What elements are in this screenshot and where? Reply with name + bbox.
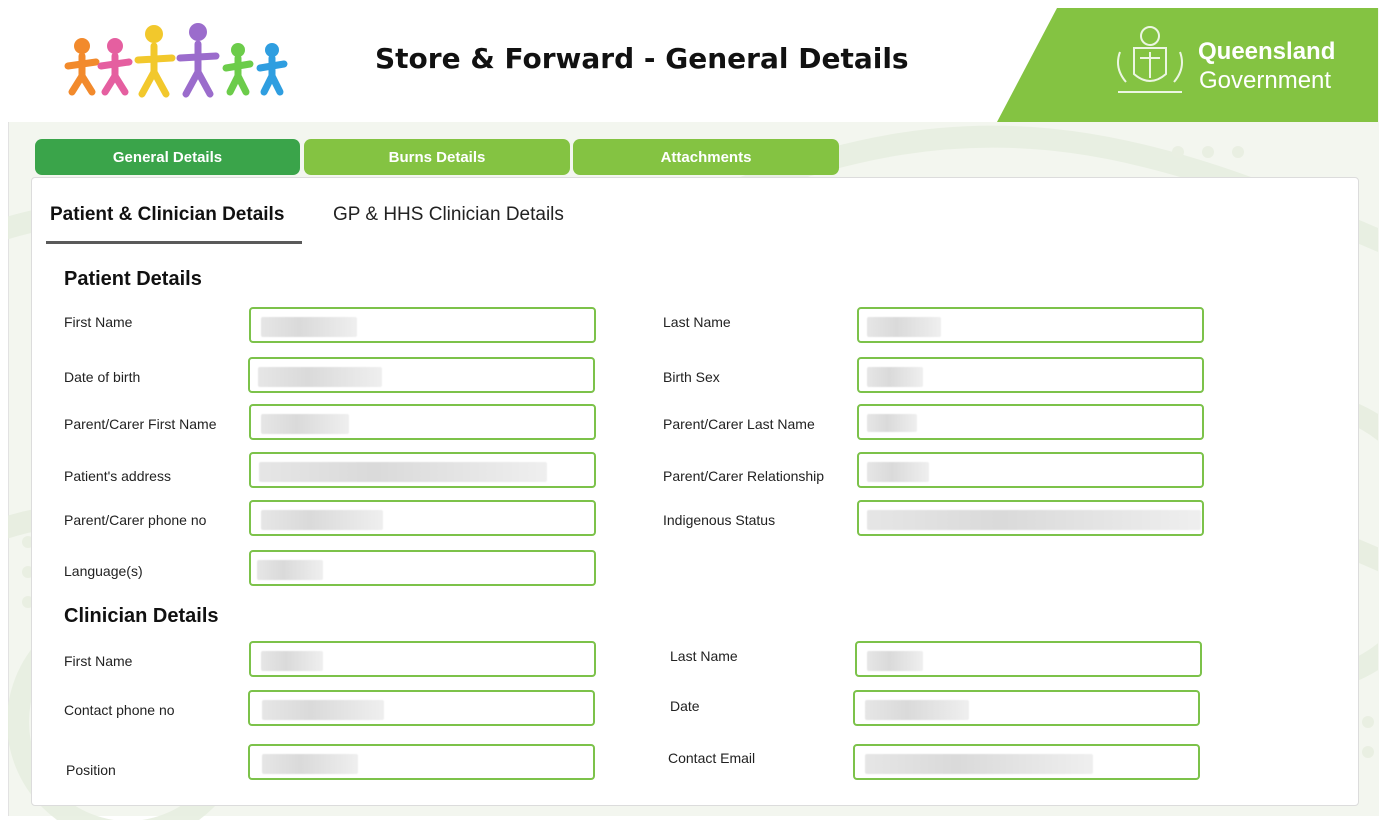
children-logo — [64, 23, 288, 98]
redacted-value — [867, 317, 941, 337]
subtab-patient-clinician-details[interactable]: Patient & Clinician Details — [50, 204, 284, 226]
clinician-details-heading: Clinician Details — [64, 605, 219, 627]
clinician-position-field[interactable] — [248, 744, 595, 780]
carer-phone-label: Parent/Carer phone no — [64, 512, 207, 528]
tab-burns-details[interactable]: Burns Details — [304, 139, 570, 175]
carer-first-name-field[interactable] — [249, 404, 596, 440]
clinician-email-label: Contact Email — [668, 750, 756, 766]
redacted-value — [867, 651, 923, 671]
page-title: Store & Forward - General Details — [375, 42, 909, 75]
clinician-phone-field[interactable] — [248, 690, 595, 726]
carer-first-name-label: Parent/Carer First Name — [64, 416, 217, 432]
date-of-birth-field[interactable] — [248, 357, 595, 393]
languages-field[interactable] — [249, 550, 596, 586]
subtab-gp-hhs-clinician-details[interactable]: GP & HHS Clinician Details — [333, 204, 564, 226]
redacted-value — [867, 367, 923, 387]
brand-name-line2: Government — [1199, 67, 1332, 94]
patient-first-name-label: First Name — [64, 314, 133, 330]
redacted-value — [865, 754, 1093, 774]
indigenous-status-field[interactable] — [857, 500, 1204, 536]
carer-last-name-label: Parent/Carer Last Name — [663, 416, 815, 432]
tab-general-details[interactable]: General Details — [35, 139, 300, 175]
coat-of-arms-icon — [1117, 26, 1183, 93]
redacted-value — [257, 560, 323, 580]
birth-sex-field[interactable] — [857, 357, 1204, 393]
date-of-birth-label: Date of birth — [64, 369, 141, 385]
clinician-first-name-label: First Name — [64, 653, 133, 669]
redacted-value — [261, 651, 323, 671]
carer-phone-field[interactable] — [249, 500, 596, 536]
clinician-email-field[interactable] — [853, 744, 1200, 780]
patient-first-name-field[interactable] — [249, 307, 596, 343]
clinician-last-name-field[interactable] — [855, 641, 1202, 677]
clinician-position-label: Position — [66, 762, 116, 778]
patient-address-field[interactable] — [249, 452, 596, 488]
redacted-value — [262, 754, 358, 774]
active-subtab-indicator — [46, 241, 302, 244]
redacted-value — [261, 510, 383, 530]
patient-details-heading: Patient Details — [64, 268, 202, 290]
clinician-phone-label: Contact phone no — [64, 702, 175, 718]
redacted-value — [261, 414, 349, 434]
clinician-first-name-field[interactable] — [249, 641, 596, 677]
redacted-value — [865, 700, 969, 720]
clinician-last-name-label: Last Name — [670, 648, 738, 664]
carer-relationship-label: Parent/Carer Relationship — [663, 468, 825, 484]
patient-last-name-label: Last Name — [663, 314, 731, 330]
brand-name-line1: Queensland — [1198, 38, 1336, 65]
redacted-value — [867, 462, 929, 482]
redacted-value — [867, 510, 1201, 530]
languages-label: Language(s) — [64, 563, 143, 579]
patient-address-label: Patient's address — [64, 468, 171, 484]
redacted-value — [259, 462, 547, 482]
tab-attachments[interactable]: Attachments — [573, 139, 839, 175]
redacted-value — [261, 317, 357, 337]
patient-last-name-field[interactable] — [857, 307, 1204, 343]
carer-relationship-field[interactable] — [857, 452, 1204, 488]
redacted-value — [258, 367, 382, 387]
redacted-value — [262, 700, 384, 720]
redacted-value — [867, 414, 917, 432]
carer-last-name-field[interactable] — [857, 404, 1204, 440]
indigenous-status-label: Indigenous Status — [663, 512, 776, 528]
clinician-date-field[interactable] — [853, 690, 1200, 726]
clinician-date-label: Date — [670, 698, 700, 714]
birth-sex-label: Birth Sex — [663, 369, 720, 385]
